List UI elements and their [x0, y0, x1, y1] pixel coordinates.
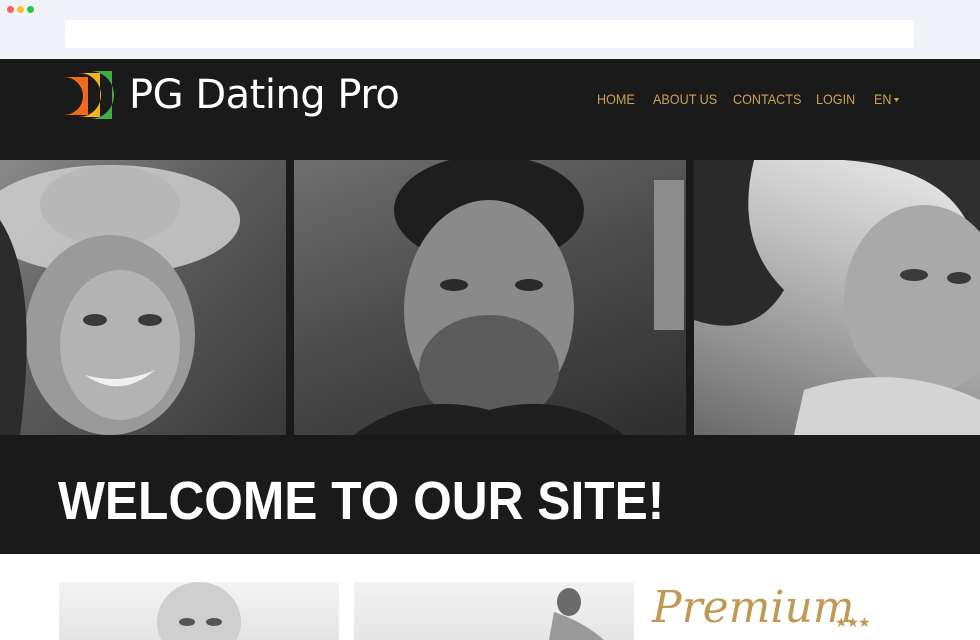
hero-photo-woman-lying: [694, 160, 980, 435]
profile-thumbnail-2[interactable]: [354, 582, 634, 640]
hero-photo-man-image: [354, 160, 684, 435]
caret-down-icon: [894, 98, 900, 103]
language-label: EN: [874, 91, 892, 107]
hero-section: WELCOME TO OUR SITE!: [0, 160, 980, 554]
hero-photo-woman-hat-image: [0, 165, 240, 435]
hero-photo-woman-lying-image: [694, 160, 980, 435]
site-logo-text[interactable]: PG Dating Pro: [129, 73, 400, 117]
window-minimize-dot[interactable]: [17, 6, 24, 13]
profile-thumbnail-1[interactable]: [59, 582, 339, 640]
site-header: PG Dating Pro HOME ABOUT US CONTACTS LOG…: [0, 59, 980, 160]
nav-home-link[interactable]: HOME: [597, 91, 635, 111]
welcome-heading: WELCOME TO OUR SITE!: [58, 471, 665, 531]
browser-chrome: [0, 0, 980, 59]
hero-photo-woman-hat: [0, 160, 286, 435]
hero-photo-man: [294, 160, 686, 435]
profile-thumbnail-1-image: [157, 582, 241, 640]
nav-about-us-link[interactable]: ABOUT US: [653, 91, 717, 111]
window-maximize-dot[interactable]: [27, 6, 34, 13]
nav-contacts-link[interactable]: CONTACTS: [733, 91, 801, 111]
premium-stars: ★★★: [835, 614, 871, 630]
profile-thumbnail-2-image: [549, 588, 604, 640]
language-selector[interactable]: EN: [874, 91, 900, 111]
address-bar[interactable]: [65, 20, 914, 48]
premium-label: Premium: [652, 582, 855, 633]
nav-login-link[interactable]: LOGIN: [816, 91, 855, 111]
window-close-dot[interactable]: [7, 6, 14, 13]
logo-icon[interactable]: [62, 69, 114, 121]
